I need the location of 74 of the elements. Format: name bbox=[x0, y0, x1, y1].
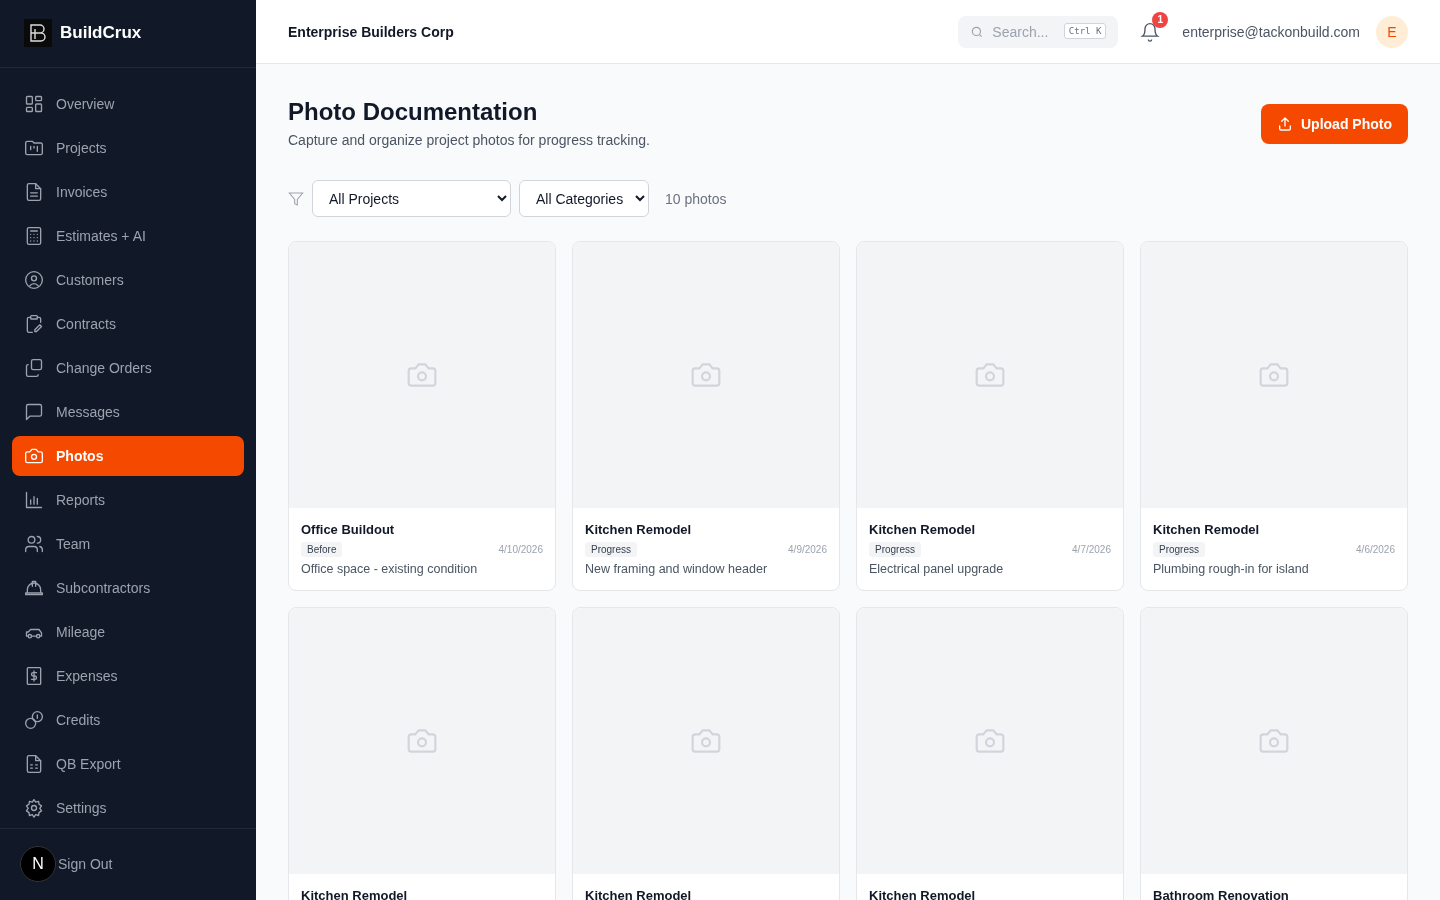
sidebar-item[interactable]: Messages bbox=[12, 391, 244, 432]
document-icon bbox=[24, 181, 44, 202]
photo-card[interactable]: Office Buildout Before 4/10/2026 Office space - existing condition bbox=[288, 241, 556, 591]
sidebar-item[interactable]: Projects bbox=[12, 127, 244, 168]
category-tag: Progress bbox=[869, 542, 921, 557]
photo-date: 4/9/2026 bbox=[788, 544, 827, 555]
photo-title: Kitchen Remodel bbox=[585, 522, 693, 537]
photo-title: Kitchen Remodel bbox=[869, 522, 977, 537]
sidebar-item[interactable]: Settings bbox=[12, 787, 244, 828]
sidebar-item[interactable]: Customers bbox=[12, 259, 244, 300]
page-subtitle: Capture and organize project photos for progress tracking. bbox=[288, 132, 650, 148]
coins-icon bbox=[24, 709, 44, 730]
notification-count: 1 bbox=[1152, 11, 1169, 28]
photo-card[interactable]: Kitchen Remodel Progress 4/6/2026 Plumbing rough-in for island bbox=[1140, 241, 1408, 591]
settings-icon bbox=[24, 797, 44, 818]
photo-description: Office space - existing condition bbox=[301, 562, 479, 576]
upload-photo-button[interactable]: Upload Photo bbox=[1261, 104, 1408, 144]
users-icon bbox=[24, 533, 44, 554]
sidebar-item[interactable]: Overview bbox=[12, 83, 244, 124]
photo-title: Kitchen Remodel bbox=[585, 888, 693, 900]
sidebar-item[interactable]: QB Export bbox=[12, 743, 244, 784]
sidebar-item[interactable]: Reports bbox=[12, 479, 244, 520]
sidebar-item[interactable]: Subcontractors bbox=[12, 567, 244, 608]
clipboard-pen-icon bbox=[24, 313, 44, 334]
spreadsheet-icon bbox=[24, 753, 44, 774]
grid-icon bbox=[24, 93, 44, 114]
chat-icon bbox=[24, 401, 44, 422]
calculator-icon bbox=[24, 225, 44, 246]
sign-out-button[interactable]: Sign Out bbox=[56, 856, 115, 873]
user-circle-icon bbox=[24, 269, 44, 290]
photo-card[interactable]: Kitchen Remodel bbox=[288, 607, 556, 900]
photo-card[interactable]: Kitchen Remodel Progress 4/9/2026 New framing and window header bbox=[572, 241, 840, 591]
sidebar-item[interactable]: Mileage bbox=[12, 611, 244, 652]
copy-icon bbox=[24, 357, 44, 378]
sidebar-item[interactable]: Change Orders bbox=[12, 347, 244, 388]
sidebar-item[interactable]: Photos bbox=[12, 435, 244, 476]
brand-name: BuildCrux bbox=[60, 23, 142, 44]
photo-card[interactable]: Kitchen Remodel bbox=[856, 607, 1124, 900]
photo-card[interactable]: Kitchen Remodel bbox=[572, 607, 840, 900]
photo-description: Plumbing rough-in for island bbox=[1153, 562, 1310, 576]
sidebar-item[interactable]: Estimates + AI bbox=[12, 215, 244, 256]
sidebar-item[interactable]: Team bbox=[12, 523, 244, 564]
sidebar-item[interactable]: Contracts bbox=[12, 303, 244, 344]
photo-title: Kitchen Remodel bbox=[301, 888, 409, 900]
page-title: Photo Documentation bbox=[288, 97, 539, 127]
category-tag: Before bbox=[301, 542, 343, 557]
category-dropdown[interactable]: All Categories bbox=[519, 180, 649, 217]
photo-card[interactable]: Bathroom Renovation bbox=[1140, 607, 1408, 900]
category-tag: Progress bbox=[1153, 542, 1205, 557]
photo-title: Kitchen Remodel bbox=[869, 888, 977, 900]
photo-card[interactable]: Kitchen Remodel Progress 4/7/2026 Electrical panel upgrade bbox=[856, 241, 1124, 591]
photo-title: Office Buildout bbox=[301, 522, 396, 537]
user-avatar: N bbox=[20, 846, 56, 883]
photo-title: Bathroom Renovation bbox=[1153, 888, 1290, 900]
project-dropdown[interactable]: All Projects bbox=[312, 180, 511, 217]
search-icon bbox=[970, 24, 985, 39]
upload-icon bbox=[1277, 116, 1293, 132]
photo-date: 4/7/2026 bbox=[1072, 544, 1111, 555]
company-name: Enterprise Builders Corp bbox=[288, 23, 455, 40]
photo-date: 4/10/2026 bbox=[498, 544, 543, 555]
sidebar-item[interactable]: Credits bbox=[12, 699, 244, 740]
receipt-icon bbox=[24, 665, 44, 686]
photo-count: 10 photos bbox=[665, 190, 727, 207]
user-email: enterprise@tackonbuild.com bbox=[1182, 23, 1360, 40]
sidebar-item[interactable]: Expenses bbox=[12, 655, 244, 696]
filter-icon bbox=[288, 190, 304, 207]
sidebar-item[interactable]: Invoices bbox=[12, 171, 244, 212]
photo-date: 4/6/2026 bbox=[1356, 544, 1395, 555]
category-tag: Progress bbox=[585, 542, 637, 557]
photo-description: New framing and window header bbox=[585, 562, 769, 576]
bar-chart-icon bbox=[24, 489, 44, 510]
bell-icon bbox=[1140, 21, 1161, 42]
photo-title: Kitchen Remodel bbox=[1153, 522, 1261, 537]
photo-description: Electrical panel upgrade bbox=[869, 562, 1005, 576]
